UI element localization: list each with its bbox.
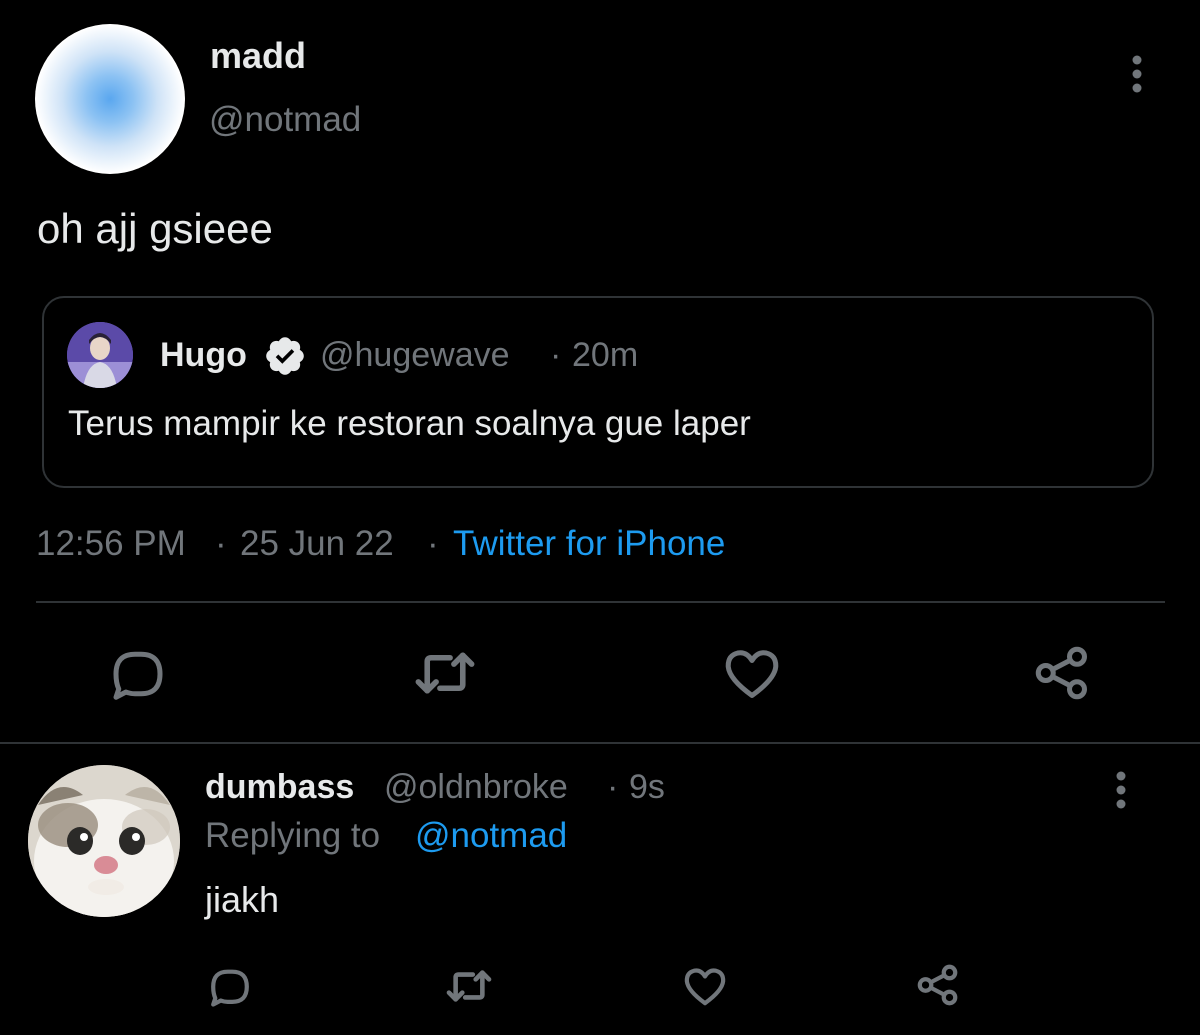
quoted-display-name[interactable]: Hugo (160, 338, 247, 372)
divider (36, 601, 1165, 603)
avatar-madd[interactable] (35, 24, 185, 174)
replying-to-mention[interactable]: @notmad (415, 818, 567, 853)
share-icon[interactable] (915, 962, 961, 1008)
display-name[interactable]: madd (210, 38, 306, 74)
divider (0, 742, 1200, 744)
tweet-text: oh ajj gsieee (37, 205, 273, 252)
tweet-time[interactable]: 12:56 PM (36, 526, 186, 561)
reply-icon[interactable] (207, 965, 253, 1007)
more-vertical-icon[interactable] (1120, 50, 1154, 98)
avatar-dumbass[interactable] (28, 765, 180, 917)
separator-dot: · (427, 524, 439, 563)
replying-to-label: Replying to (205, 816, 381, 855)
separator-dot: · (607, 768, 619, 806)
tweet-source-link[interactable]: Twitter for iPhone (453, 526, 725, 561)
retweet-icon[interactable] (412, 645, 478, 701)
avatar-hugo[interactable] (67, 322, 133, 388)
quoted-tweet-card[interactable] (42, 296, 1154, 488)
share-icon[interactable] (1032, 643, 1092, 703)
retweet-icon[interactable] (443, 965, 495, 1007)
reply-timestamp: 9s (629, 768, 665, 806)
reply-text: jiakh (205, 879, 280, 920)
more-vertical-icon[interactable] (1104, 766, 1138, 814)
reply-handle[interactable]: @oldnbroke (384, 770, 568, 804)
heart-icon[interactable] (722, 645, 782, 701)
quoted-tweet-text: Terus mampir ke restoran soalnya gue lap… (68, 404, 751, 443)
user-handle[interactable]: @notmad (209, 102, 361, 137)
quoted-handle[interactable]: @hugewave (320, 338, 510, 372)
reply-display-name[interactable]: dumbass (205, 770, 354, 804)
reply-icon[interactable] (108, 645, 168, 701)
heart-icon[interactable] (682, 965, 728, 1007)
quoted-timestamp: 20m (572, 336, 639, 374)
tweet-date[interactable]: 25 Jun 22 (240, 526, 394, 561)
separator-dot: · (215, 524, 227, 563)
verified-badge-icon (263, 334, 307, 378)
separator-dot: · (550, 336, 562, 374)
